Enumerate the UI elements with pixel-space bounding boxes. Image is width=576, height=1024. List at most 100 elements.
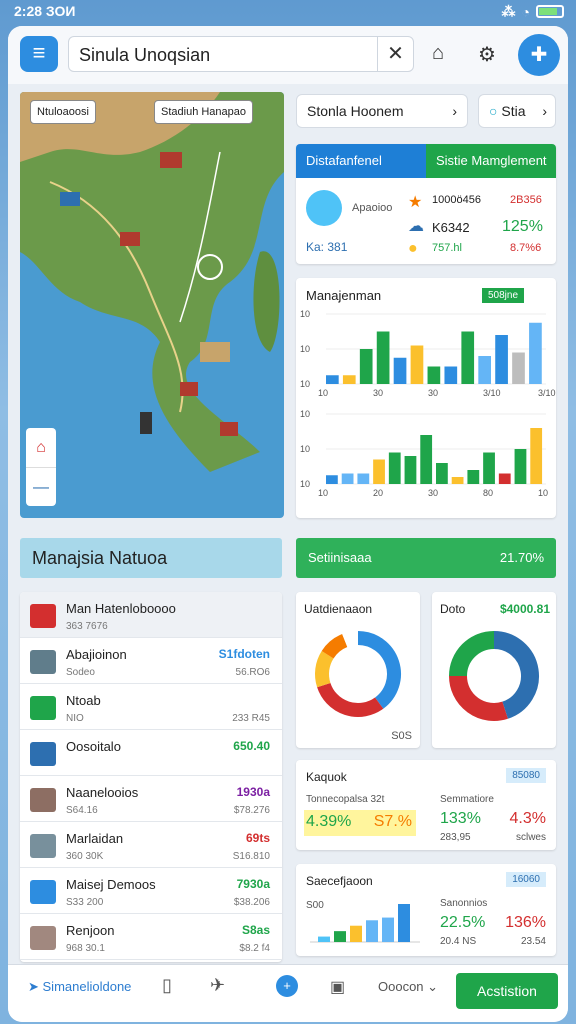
list-item-name: Maisej Demoos: [66, 877, 156, 892]
x-tick-label: 10: [538, 488, 548, 498]
list-item-sub: 968 30.1: [66, 943, 105, 954]
bar: [350, 925, 362, 942]
status-bar: 2:28 ЗОИ ⁂ ◔: [0, 0, 576, 24]
map-layer-chip[interactable]: Ntuloaoosi: [30, 100, 96, 124]
list-item[interactable]: Maisej Demoos S33 200 7930a $38.206: [20, 868, 282, 914]
region-select[interactable]: Stonla Hoonem ›: [296, 94, 468, 128]
metric-2-change: 125%: [502, 218, 543, 235]
kpi-value-c: 133%: [440, 810, 481, 827]
bar: [444, 366, 458, 384]
list-item[interactable]: Abajioinon Sodeo S1fdoten 56.RO6: [20, 638, 282, 684]
action-button[interactable]: Acstistion: [456, 973, 558, 1009]
bar: [326, 375, 339, 384]
kpi-subtitle: Tonnecopalsa 32t: [306, 794, 385, 805]
wifi-icon: ◔: [521, 3, 530, 20]
plane-icon[interactable]: ✈: [210, 975, 225, 996]
list-item-name: Naanelooios: [66, 785, 139, 800]
status-time: 2:28 ЗОИ: [14, 3, 76, 19]
kpi-value-b: S7.%: [373, 813, 412, 830]
metric-1-change: 2B356: [510, 194, 542, 206]
bar: [467, 470, 480, 484]
radio-icon: ○: [489, 103, 498, 119]
kpi-value-a: 4.39%: [306, 813, 352, 830]
list-item-name: Ntoab: [66, 693, 101, 708]
donut-slice: [449, 631, 495, 677]
map-chip-label: Stadiuh Hanapao: [161, 106, 247, 118]
close-icon[interactable]: ✕: [377, 37, 413, 71]
map-view[interactable]: Ntuloaoosi Stadiuh Hanapao ⌂ —: [20, 92, 284, 518]
kpi-c-label: Sanonnios: [440, 898, 488, 909]
chevron-right-icon: ›: [542, 103, 547, 119]
cloud-icon: ☁: [408, 218, 424, 235]
document-icon[interactable]: ▯: [162, 975, 172, 996]
list-item[interactable]: Ntoab NIO 233 R45: [20, 684, 282, 730]
signal-icon: ⁂: [501, 3, 516, 19]
secondary-select[interactable]: ○ Stia ›: [478, 94, 556, 128]
donut-value: $4000.81: [499, 602, 550, 616]
bar: [461, 331, 475, 384]
plus-icon[interactable]: ✚: [518, 34, 560, 76]
search-input[interactable]: Sinula Unoqsian ✕: [68, 36, 414, 72]
bar: [436, 463, 448, 484]
x-tick-label: 3/10: [483, 388, 501, 398]
app-window: ≡ Sinula Unoqsian ✕ ⌂ ⚙ ✚ Ntuloaoosi Sta…: [8, 26, 568, 1022]
bar: [359, 349, 373, 384]
tab-sistie[interactable]: Sistie Mamglement: [426, 144, 556, 178]
list-item[interactable]: Marlaidan 360 30K 69ts S16.810: [20, 822, 282, 868]
list-item-sub: S64.16: [66, 805, 98, 816]
mini-bar-chart: [310, 904, 420, 943]
bar: [382, 917, 394, 942]
list-item-sub: 363 7676: [66, 621, 108, 632]
list-item-value: 1930a: [236, 785, 270, 799]
list-item[interactable]: Man Hatenloboooo 363 7676: [20, 592, 282, 638]
battery-icon: [536, 5, 564, 18]
bar: [393, 357, 407, 384]
kpi-badge: 16060: [506, 872, 546, 887]
home-icon[interactable]: ⌂: [432, 42, 444, 65]
donut-chart-2: [449, 631, 539, 721]
add-icon[interactable]: +: [276, 975, 298, 997]
list-item-secondary: 233 R45: [232, 713, 270, 724]
list-item-value: S1fdoten: [218, 647, 270, 661]
dropdown[interactable]: Ooocon ⌄: [378, 979, 438, 995]
donut-slice: [342, 631, 359, 648]
zoom-out-button[interactable]: —: [26, 467, 56, 506]
star-icon: ★: [408, 194, 423, 211]
list-item-secondary: S16.810: [232, 851, 270, 862]
status-icons: ⁂ ◔: [502, 3, 564, 20]
image-icon[interactable]: ▣: [330, 977, 345, 997]
kpi-value-c: 22.5%: [440, 914, 486, 931]
x-tick-label: 3/10: [538, 388, 556, 398]
list-item[interactable]: Oosoitalo 650.40: [20, 730, 282, 776]
list-item[interactable]: Renjoon 968 30.1 S8as $8.2 f4: [20, 914, 282, 960]
top-toolbar: ≡ Sinula Unoqsian ✕ ⌂ ⚙ ✚: [8, 26, 568, 84]
list-item-value: 69ts: [245, 831, 270, 845]
list-item-name: Man Hatenloboooo: [66, 601, 176, 616]
map-zoom-control: ⌂ —: [26, 428, 56, 506]
kpi-c-sub: 283,95: [440, 832, 471, 843]
list-item-secondary: $8.2 f4: [239, 943, 270, 954]
gear-icon[interactable]: ⚙: [478, 42, 496, 67]
kpi-c-label: Semmatiore: [440, 794, 494, 805]
list-item-icon: [30, 834, 56, 858]
x-tick-label: 10: [318, 388, 328, 398]
section-title-left: Manajsia Natuoa: [20, 538, 282, 578]
list-item[interactable]: Naanelooios S64.16 1930a $78.276: [20, 776, 282, 822]
map-location-chip[interactable]: Stadiuh Hanapao: [154, 100, 254, 124]
donut-slice: [321, 634, 348, 659]
nav-home[interactable]: ➤ Simanelioldone: [28, 979, 131, 995]
menu-icon[interactable]: ≡: [20, 36, 58, 72]
bar: [483, 452, 495, 484]
bar: [410, 345, 424, 384]
bar-chart-card: Manajenman 508jne 10 10 10 10 30 30 3/10 3/10 10…: [296, 278, 556, 518]
metric-3: 757.hl: [432, 242, 462, 254]
tab-distafanfenel[interactable]: Distafanfenel: [296, 144, 426, 178]
bar: [512, 352, 525, 384]
y-tick-label: 10: [300, 344, 310, 354]
donut-card-2: Doto $4000.81: [432, 592, 556, 748]
bar: [366, 920, 378, 942]
kpi-d-sub: sclwes: [515, 832, 546, 843]
zoom-in-button[interactable]: ⌂: [26, 428, 56, 467]
donut-slice: [493, 631, 539, 719]
bar: [514, 449, 527, 484]
